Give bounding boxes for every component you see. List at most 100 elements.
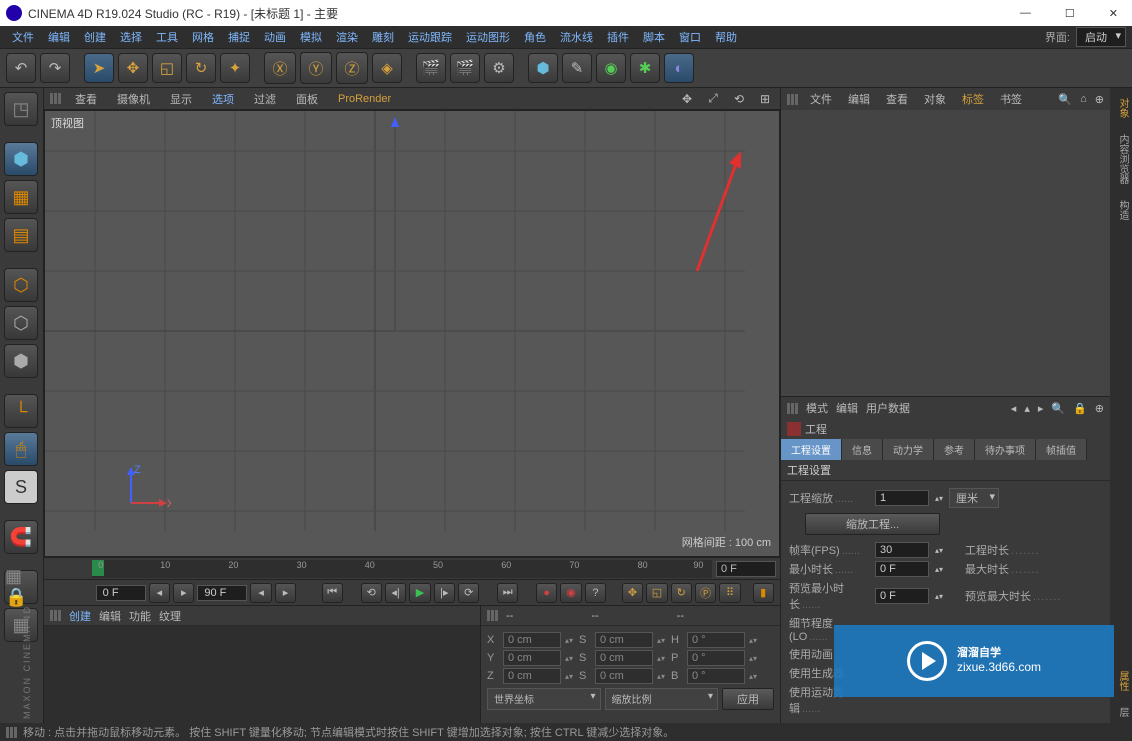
menu-edit[interactable]: 编辑 xyxy=(42,27,76,47)
array-button[interactable]: ✱ xyxy=(630,53,660,83)
coord-scale-select[interactable]: 缩放比例 xyxy=(605,688,719,710)
tab-dynamics[interactable]: 动力学 xyxy=(883,439,934,460)
rtab-object[interactable]: 对象 xyxy=(1110,92,1132,124)
vp-filter[interactable]: 过滤 xyxy=(248,89,282,109)
workplane-button[interactable]: ▤ xyxy=(4,218,38,252)
render-view-button[interactable]: 🎬 xyxy=(416,53,446,83)
select-tool[interactable]: ➤ xyxy=(84,53,114,83)
om-view[interactable]: 查看 xyxy=(882,89,912,109)
rot-p-input[interactable] xyxy=(687,650,745,666)
param-key-button[interactable]: Ⓟ xyxy=(695,583,716,603)
axis-x-button[interactable]: Ⓧ xyxy=(264,52,296,84)
min-time-input[interactable] xyxy=(875,561,929,577)
axis-button[interactable]: └ xyxy=(4,394,38,428)
start-frame-input[interactable] xyxy=(96,585,146,601)
coord-apply-button[interactable]: 应用 xyxy=(722,688,774,710)
om-file[interactable]: 文件 xyxy=(806,89,836,109)
om-edit[interactable]: 编辑 xyxy=(844,89,874,109)
render-settings-button[interactable]: ⚙ xyxy=(484,53,514,83)
object-tree[interactable] xyxy=(781,110,1110,396)
tab-todo[interactable]: 待办事项 xyxy=(975,439,1036,460)
autokey-button[interactable]: ◉ xyxy=(560,583,581,603)
menu-file[interactable]: 文件 xyxy=(6,27,40,47)
vp-panel[interactable]: 面板 xyxy=(290,89,324,109)
menu-animate[interactable]: 动画 xyxy=(258,27,292,47)
next-key-button[interactable]: ⟳ xyxy=(458,583,479,603)
model-mode-button[interactable]: ⬢ xyxy=(4,142,38,176)
menu-render[interactable]: 渲染 xyxy=(330,27,364,47)
pos-z-input[interactable] xyxy=(503,668,561,684)
menu-pipeline[interactable]: 流水线 xyxy=(554,27,599,47)
end-frame-input[interactable] xyxy=(197,585,247,601)
vp-view[interactable]: 查看 xyxy=(69,89,103,109)
lasttool-button[interactable]: ✦ xyxy=(220,53,250,83)
vp-options[interactable]: 选项 xyxy=(206,89,240,109)
pos-key-button[interactable]: ✥ xyxy=(622,583,643,603)
om-tags[interactable]: 标签 xyxy=(958,89,988,109)
vp-toggle-icon[interactable]: ⊞ xyxy=(758,92,772,106)
points-mode-button[interactable]: ⬡ xyxy=(4,268,38,302)
play-button[interactable]: ▶ xyxy=(409,583,430,603)
attr-new-icon[interactable]: ⊕ xyxy=(1095,402,1104,415)
mat-edit[interactable]: 编辑 xyxy=(99,608,121,624)
material-list[interactable] xyxy=(44,626,480,723)
attr-prev-icon[interactable]: ◂ xyxy=(1011,402,1017,415)
project-scale-input[interactable] xyxy=(875,490,929,506)
lock-grid-button[interactable]: ▦🔒 xyxy=(4,570,38,604)
redo-button[interactable]: ↷ xyxy=(40,53,70,83)
deformer-button[interactable]: ◐ xyxy=(664,53,694,83)
menu-simulate[interactable]: 模拟 xyxy=(294,27,328,47)
pos-y-input[interactable] xyxy=(503,650,561,666)
record-key-button[interactable]: ● xyxy=(536,583,557,603)
prev-key-button[interactable]: ⟲ xyxy=(361,583,382,603)
rot-key-button[interactable]: ↻ xyxy=(671,583,692,603)
attr-next-icon[interactable]: ▸ xyxy=(1038,402,1044,415)
workspace-select[interactable]: 启动 xyxy=(1076,27,1126,47)
size-x-input[interactable] xyxy=(595,632,653,648)
window-close[interactable]: ✕ xyxy=(1101,5,1126,22)
scale-project-button[interactable]: 缩放工程... xyxy=(805,513,940,535)
preview-min-input[interactable] xyxy=(875,588,929,604)
axis-z-button[interactable]: Ⓩ xyxy=(336,52,368,84)
pen-tool-button[interactable]: ✎ xyxy=(562,53,592,83)
rot-h-input[interactable] xyxy=(687,632,745,648)
attr-userdata[interactable]: 用户数据 xyxy=(866,400,910,416)
attr-lock-icon[interactable]: 🔒 xyxy=(1073,402,1087,415)
goto-end-button[interactable]: ⏭ xyxy=(497,583,518,603)
vp-zoom-icon[interactable]: ⤢ xyxy=(706,92,720,106)
scale-tool[interactable]: ◱ xyxy=(152,53,182,83)
vp-move-icon[interactable]: ✥ xyxy=(680,92,694,106)
start-prev-button[interactable]: ◂ xyxy=(149,583,170,603)
menu-snap[interactable]: 捕捉 xyxy=(222,27,256,47)
attr-edit[interactable]: 编辑 xyxy=(836,400,858,416)
edges-mode-button[interactable]: ⬡ xyxy=(4,306,38,340)
attr-mode[interactable]: 模式 xyxy=(806,400,828,416)
mat-create[interactable]: 创建 xyxy=(69,608,91,624)
menu-motrack[interactable]: 运动跟踪 xyxy=(402,27,458,47)
prev-frame-button[interactable]: ◂| xyxy=(385,583,406,603)
undo-button[interactable]: ↶ xyxy=(6,53,36,83)
menu-sculpt[interactable]: 雕刻 xyxy=(366,27,400,47)
om-object[interactable]: 对象 xyxy=(920,89,950,109)
pla-key-button[interactable]: ⠿ xyxy=(719,583,740,603)
vp-display[interactable]: 显示 xyxy=(164,89,198,109)
move-tool[interactable]: ✥ xyxy=(118,53,148,83)
polys-mode-button[interactable]: ⬢ xyxy=(4,344,38,378)
om-bookmarks[interactable]: 书签 xyxy=(996,89,1026,109)
rtab-layer[interactable]: 层 xyxy=(1110,701,1132,723)
menu-script[interactable]: 脚本 xyxy=(637,27,671,47)
tab-reference[interactable]: 参考 xyxy=(934,439,975,460)
pos-x-input[interactable] xyxy=(503,632,561,648)
grid-button[interactable]: ▦ xyxy=(4,608,38,642)
next-frame-button[interactable]: |▸ xyxy=(434,583,455,603)
end-next-button[interactable]: ▸ xyxy=(275,583,296,603)
window-minimize[interactable]: — xyxy=(1012,5,1039,22)
project-scale-unit[interactable]: 厘米 xyxy=(949,488,999,508)
world-axis-button[interactable]: ◈ xyxy=(372,53,402,83)
timeline[interactable]: 0 10 20 30 40 50 60 70 80 90 0 F xyxy=(44,557,780,579)
om-search-icon[interactable]: 🔍 xyxy=(1058,93,1072,106)
render-region-button[interactable]: 🎬 xyxy=(450,53,480,83)
start-next-button[interactable]: ▸ xyxy=(173,583,194,603)
mat-func[interactable]: 功能 xyxy=(129,608,151,624)
rtab-content[interactable]: 内容浏览器 xyxy=(1110,128,1132,190)
